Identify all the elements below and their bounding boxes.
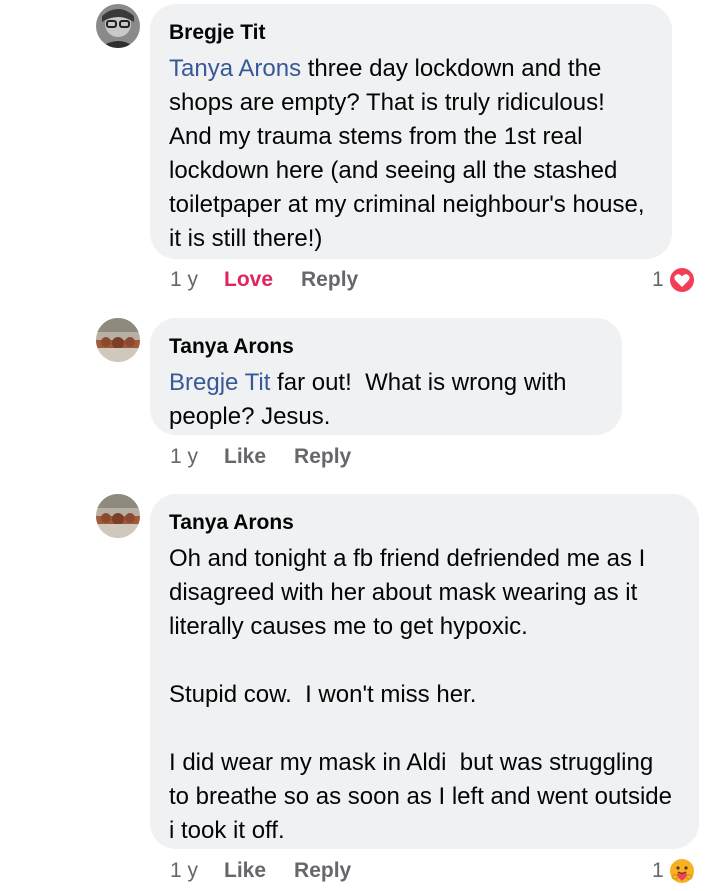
care-reaction-icon (667, 857, 696, 885)
comment-text: Tanya Arons three day lockdown and the s… (169, 55, 652, 252)
love-button[interactable]: Love (224, 268, 273, 292)
comment-timestamp[interactable]: 1 y (170, 445, 224, 469)
comment-author[interactable]: Tanya Arons (169, 334, 602, 360)
mention-link[interactable]: Tanya Arons (169, 55, 301, 82)
reply-button[interactable]: Reply (294, 859, 351, 883)
like-button[interactable]: Like (224, 445, 266, 469)
comment-text: Bregje Tit far out! What is wrong with p… (169, 369, 574, 430)
comment-actions: 1 y Like Reply (170, 443, 379, 471)
comment-author[interactable]: Tanya Arons (169, 510, 679, 536)
mention-link[interactable]: Bregje Tit (169, 369, 270, 396)
like-button[interactable]: Like (224, 859, 266, 883)
avatar[interactable] (96, 318, 140, 362)
comment-timestamp[interactable]: 1 y (170, 268, 224, 292)
comment-author[interactable]: Bregje Tit (169, 20, 652, 46)
reaction-summary[interactable]: 1 (652, 266, 696, 294)
reply-button[interactable]: Reply (294, 445, 351, 469)
comment-timestamp[interactable]: 1 y (170, 859, 224, 883)
comment-bubble: Tanya Arons Bregje Tit far out! What is … (150, 318, 622, 435)
reaction-count: 1 (652, 268, 664, 291)
avatar[interactable] (96, 494, 140, 538)
reaction-count: 1 (652, 859, 664, 882)
heart-reaction-icon (667, 266, 696, 294)
reaction-summary[interactable]: 1 (652, 857, 696, 885)
comment-text: Oh and tonight a fb friend defriended me… (169, 545, 672, 844)
comment-bubble: Tanya Arons Oh and tonight a fb friend d… (150, 494, 699, 849)
reply-button[interactable]: Reply (301, 268, 358, 292)
comment-actions: 1 y Like Reply (170, 857, 379, 885)
comment-bubble: Bregje Tit Tanya Arons three day lockdow… (150, 4, 672, 259)
comment-actions: 1 y Love Reply (170, 266, 386, 294)
avatar[interactable] (96, 4, 140, 48)
